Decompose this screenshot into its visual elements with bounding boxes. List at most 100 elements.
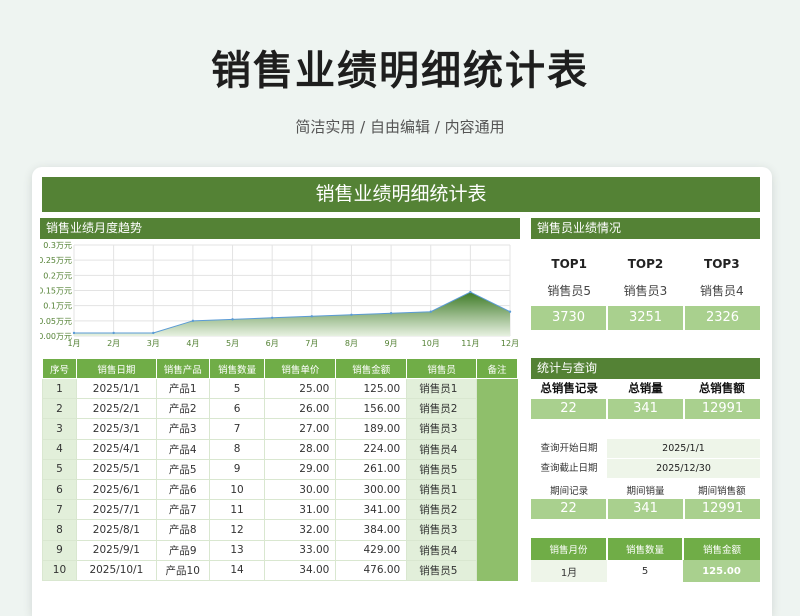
cell-date[interactable]: 2025/5/1 [75,458,157,480]
cell-index[interactable]: 4 [42,438,77,460]
total-records-value[interactable]: 22 [531,399,608,419]
cell-price[interactable]: 28.00 [264,438,337,460]
cell-price[interactable]: 32.00 [264,519,337,541]
cell-price[interactable]: 27.00 [264,418,337,440]
data-point[interactable] [72,331,76,335]
cell-note[interactable] [476,539,518,561]
cell-note[interactable] [476,458,518,480]
cell-index[interactable]: 2 [42,398,77,420]
cell-price[interactable]: 26.00 [264,398,337,420]
data-point[interactable] [270,316,274,319]
cell-qty[interactable]: 14 [208,559,266,581]
cell-index[interactable]: 8 [42,519,77,541]
monthly-qty-cell[interactable]: 5 [607,560,683,582]
cell-product[interactable]: 产品2 [155,398,210,420]
cell-index[interactable]: 3 [42,418,77,440]
data-point[interactable] [310,315,314,318]
cell-date[interactable]: 2025/4/1 [75,438,157,460]
cell-index[interactable]: 5 [42,458,77,480]
data-point[interactable] [429,310,432,313]
data-point[interactable] [389,312,393,315]
cell-amount[interactable]: 384.00 [335,519,408,541]
total-amount-value[interactable]: 12991 [685,399,760,419]
cell-seller[interactable]: 销售员2 [406,499,478,521]
period-records-value[interactable]: 22 [531,499,608,519]
cell-qty[interactable]: 7 [208,418,266,440]
cell-amount[interactable]: 341.00 [335,499,408,521]
cell-index[interactable]: 10 [42,559,77,581]
cell-qty[interactable]: 8 [208,438,266,460]
cell-product[interactable]: 产品1 [155,377,210,400]
cell-date[interactable]: 2025/7/1 [75,499,157,521]
cell-amount[interactable]: 125.00 [335,377,408,400]
cell-index[interactable]: 9 [42,539,77,561]
cell-seller[interactable]: 销售员1 [406,377,478,400]
cell-note[interactable] [476,478,518,501]
cell-seller[interactable]: 销售员5 [406,458,478,480]
data-point[interactable] [350,313,353,316]
cell-qty[interactable]: 10 [208,478,266,501]
cell-product[interactable]: 产品6 [155,478,210,501]
cell-product[interactable]: 产品7 [155,499,210,521]
cell-seller[interactable]: 销售员1 [406,478,478,501]
query-start-input[interactable]: 2025/1/1 [607,439,760,459]
cell-price[interactable]: 30.00 [264,478,337,501]
top1-value[interactable]: 3730 [531,306,608,330]
cell-seller[interactable]: 销售员2 [406,398,478,420]
cell-note[interactable] [476,438,518,460]
cell-index[interactable]: 1 [42,377,77,400]
cell-price[interactable]: 29.00 [264,458,337,480]
cell-seller[interactable]: 销售员4 [406,438,478,460]
cell-price[interactable]: 33.00 [264,539,337,561]
cell-note[interactable] [476,377,518,400]
top3-value[interactable]: 2326 [685,306,760,330]
cell-qty[interactable]: 11 [208,499,266,521]
cell-price[interactable]: 25.00 [264,377,337,400]
period-amount-value[interactable]: 12991 [685,499,760,519]
cell-date[interactable]: 2025/8/1 [75,519,157,541]
cell-amount[interactable]: 224.00 [335,438,408,460]
cell-qty[interactable]: 6 [208,398,266,420]
query-end-input[interactable]: 2025/12/30 [607,459,760,479]
cell-note[interactable] [476,499,518,521]
cell-qty[interactable]: 5 [208,377,266,400]
cell-price[interactable]: 31.00 [264,499,337,521]
cell-seller[interactable]: 销售员4 [406,539,478,561]
data-point[interactable] [112,331,115,335]
monthly-amount-cell[interactable]: 125.00 [683,560,760,582]
cell-note[interactable] [476,398,518,420]
cell-qty[interactable]: 12 [208,519,266,541]
cell-note[interactable] [476,559,518,581]
cell-seller[interactable]: 销售员5 [406,559,478,581]
cell-product[interactable]: 产品3 [155,418,210,440]
cell-seller[interactable]: 销售员3 [406,519,478,541]
cell-amount[interactable]: 189.00 [335,418,408,440]
cell-note[interactable] [476,418,518,440]
cell-index[interactable]: 7 [42,499,77,521]
data-point[interactable] [508,310,512,313]
cell-date[interactable]: 2025/6/1 [75,478,157,501]
data-point[interactable] [191,319,195,323]
cell-date[interactable]: 2025/9/1 [75,539,157,561]
cell-seller[interactable]: 销售员3 [406,418,478,440]
cell-note[interactable] [476,519,518,541]
cell-amount[interactable]: 261.00 [335,458,408,480]
cell-amount[interactable]: 156.00 [335,398,408,420]
cell-date[interactable]: 2025/2/1 [75,398,157,420]
cell-date[interactable]: 2025/10/1 [75,559,157,581]
data-point[interactable] [152,331,155,335]
cell-product[interactable]: 产品10 [155,559,210,581]
cell-date[interactable]: 2025/1/1 [75,377,157,400]
cell-index[interactable]: 6 [42,478,77,501]
cell-price[interactable]: 34.00 [264,559,337,581]
cell-product[interactable]: 产品8 [155,519,210,541]
monthly-month-cell[interactable]: 1月 [531,560,607,582]
period-qty-value[interactable]: 341 [608,499,685,519]
total-qty-value[interactable]: 341 [608,399,685,419]
cell-amount[interactable]: 300.00 [335,478,408,501]
top2-value[interactable]: 3251 [608,306,685,330]
cell-product[interactable]: 产品5 [155,458,210,480]
cell-product[interactable]: 产品9 [155,539,210,561]
trend-chart[interactable]: 0.00万元 0.05万元 0.1万元 0.15万元 0.2万元 0.25万元 0.3万元 1… [40,241,520,353]
cell-product[interactable]: 产品4 [155,438,210,460]
